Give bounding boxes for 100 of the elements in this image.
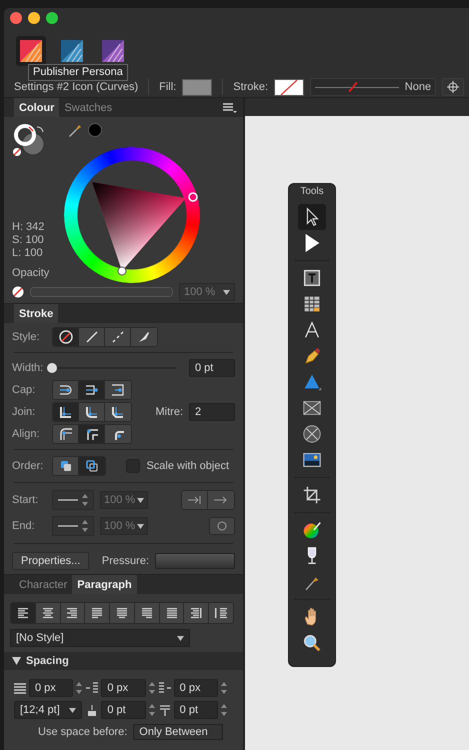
swap-arrowheads-button[interactable] bbox=[209, 517, 235, 535]
right-icon bbox=[66, 607, 78, 619]
minimize-window-button[interactable] bbox=[28, 12, 40, 24]
align-outside-button[interactable] bbox=[105, 425, 131, 443]
alignment-button[interactable] bbox=[60, 603, 86, 623]
dashed-button[interactable] bbox=[105, 328, 131, 346]
brush-button[interactable] bbox=[131, 328, 157, 346]
caret-icon bbox=[223, 290, 230, 294]
align-label: Align: bbox=[12, 428, 41, 440]
persona-button[interactable] bbox=[16, 36, 46, 66]
stepper-icon[interactable] bbox=[82, 519, 88, 533]
properties-button[interactable]: Properties... bbox=[12, 552, 90, 570]
cap-selector[interactable] bbox=[52, 380, 132, 400]
stepper-icon[interactable] bbox=[148, 703, 155, 717]
stepper-icon[interactable] bbox=[221, 703, 227, 717]
caret-icon bbox=[69, 708, 76, 712]
arrow-position-button[interactable] bbox=[182, 491, 208, 509]
space-before-icon bbox=[86, 704, 98, 716]
join-bevel-button[interactable] bbox=[105, 403, 131, 421]
stroke-swatch[interactable] bbox=[274, 78, 304, 96]
join-bevel-icon bbox=[110, 404, 126, 420]
spacing-section-header[interactable]: Spacing bbox=[4, 652, 243, 670]
alignment-button[interactable] bbox=[36, 603, 61, 623]
disclosure-icon bbox=[12, 657, 21, 665]
fill-swatch[interactable] bbox=[182, 78, 212, 96]
join-round-icon bbox=[84, 404, 100, 420]
align-inside-icon bbox=[58, 426, 74, 442]
close-window-button[interactable] bbox=[10, 12, 22, 24]
opacity-label: Opacity bbox=[12, 267, 50, 279]
indent-right-icon bbox=[158, 682, 171, 694]
colour-swatch[interactable] bbox=[88, 123, 102, 137]
opacity-slider[interactable] bbox=[30, 287, 173, 297]
justify-center-icon bbox=[116, 607, 128, 619]
scale-label: Scale with object bbox=[146, 460, 229, 472]
fill-tool-icon bbox=[301, 519, 323, 541]
width-slider-thumb[interactable] bbox=[47, 363, 57, 373]
alignment-button[interactable] bbox=[110, 603, 135, 623]
join-selector[interactable] bbox=[52, 402, 132, 422]
none-button[interactable] bbox=[53, 328, 79, 346]
mitre-field[interactable]: 2 bbox=[189, 403, 235, 421]
alignment-button[interactable] bbox=[11, 603, 36, 623]
line-icon bbox=[58, 498, 78, 502]
spacing-field[interactable]: 0 pt bbox=[101, 701, 146, 719]
width-field[interactable]: 0 pt bbox=[189, 359, 235, 377]
stepper-icon[interactable] bbox=[82, 493, 88, 507]
arrowhead-select[interactable] bbox=[52, 490, 94, 510]
leading-preset-dropdown[interactable]: [12;4 pt] bbox=[14, 701, 82, 719]
stepper-icon[interactable] bbox=[221, 681, 227, 695]
line-icon bbox=[58, 524, 78, 528]
stroke-style-selector[interactable] bbox=[52, 327, 158, 347]
alignment-button[interactable] bbox=[209, 603, 233, 623]
caret-icon bbox=[137, 524, 144, 528]
alignment-button[interactable] bbox=[160, 603, 184, 623]
space-before-dropdown[interactable]: Only Between bbox=[133, 724, 224, 740]
paragraph-style-dropdown[interactable]: [No Style] bbox=[10, 629, 190, 647]
eyedropper-icon[interactable] bbox=[68, 123, 82, 137]
arrow-position-button[interactable] bbox=[208, 491, 234, 509]
panel-tab[interactable]: Stroke bbox=[14, 304, 58, 323]
menu-icon[interactable] bbox=[223, 102, 237, 112]
alignment-button[interactable] bbox=[184, 603, 210, 623]
stroke-width-slider[interactable] bbox=[315, 81, 399, 93]
solid-button[interactable] bbox=[79, 328, 105, 346]
cap-round-button[interactable] bbox=[79, 381, 105, 399]
arrowhead-select[interactable] bbox=[52, 516, 94, 536]
cap-butt-button[interactable] bbox=[53, 381, 79, 399]
caret-icon bbox=[137, 498, 144, 502]
colour-value: S: 100 bbox=[12, 234, 45, 246]
tool-button[interactable] bbox=[298, 204, 326, 230]
order-front-button[interactable] bbox=[79, 457, 105, 475]
panel-tab[interactable]: Colour bbox=[14, 98, 60, 117]
use-space-before-label: Use space before: bbox=[38, 726, 128, 738]
alignment-button[interactable] bbox=[134, 603, 160, 623]
cap-label: Cap: bbox=[12, 384, 36, 396]
cap-square-button[interactable] bbox=[105, 381, 131, 399]
align-selector[interactable] bbox=[52, 424, 132, 444]
join-round-button[interactable] bbox=[79, 403, 105, 421]
align-inside-button[interactable] bbox=[53, 425, 79, 443]
alignment-button[interactable] bbox=[85, 603, 110, 623]
panel-tab[interactable]: Character bbox=[14, 575, 72, 594]
panel-tab[interactable]: Swatches bbox=[59, 98, 118, 117]
spacing-field[interactable]: 0 px bbox=[101, 679, 146, 697]
crosshair-icon bbox=[447, 81, 460, 93]
panel-tab[interactable]: Paragraph bbox=[72, 575, 137, 594]
arrow-position-selector[interactable] bbox=[181, 490, 235, 510]
spacing-field[interactable]: 0 px bbox=[29, 679, 74, 697]
join-mitre-button[interactable] bbox=[53, 403, 79, 421]
crop-tool-icon bbox=[301, 484, 323, 506]
order-behind-button[interactable] bbox=[53, 457, 79, 475]
snapping-button[interactable] bbox=[442, 78, 464, 96]
alignment-selector[interactable] bbox=[10, 602, 234, 624]
spacing-field[interactable]: 0 px bbox=[174, 679, 218, 697]
leading-icon bbox=[14, 682, 26, 694]
align-center-button[interactable] bbox=[79, 425, 105, 443]
stepper-icon[interactable] bbox=[76, 681, 82, 695]
order-selector[interactable] bbox=[52, 456, 106, 476]
spacing-field[interactable]: 0 pt bbox=[174, 701, 218, 719]
order-front-icon bbox=[84, 458, 100, 474]
zoom-window-button[interactable] bbox=[46, 12, 58, 24]
stepper-icon[interactable] bbox=[148, 681, 155, 695]
space-after-icon bbox=[158, 704, 171, 716]
